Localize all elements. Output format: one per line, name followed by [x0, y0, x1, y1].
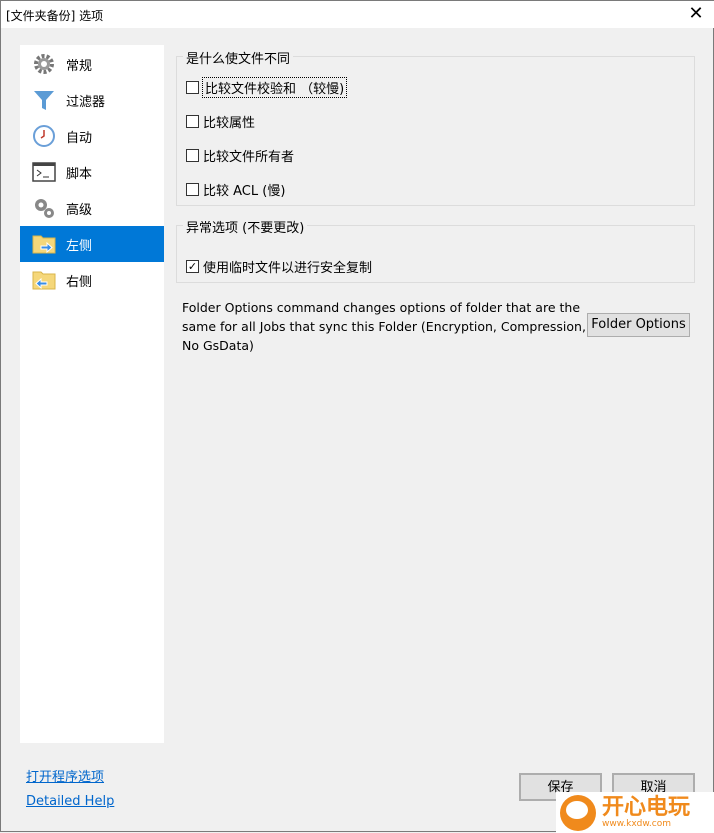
checkbox-label: 比较文件校验和 （较慢) [201, 77, 348, 98]
gear-icon [34, 54, 54, 74]
compare-checksum-checkbox[interactable]: 比较文件校验和 （较慢) [186, 77, 348, 98]
compare-owner-checkbox[interactable]: 比较文件所有者 [186, 146, 294, 165]
window-title: [文件夹备份] 选项 [6, 9, 104, 23]
group-title: 异常选项 (不要更改) [183, 217, 308, 236]
mascot-icon [560, 794, 596, 831]
folder-options-button[interactable]: Folder Options [587, 313, 690, 337]
sidebar-item-general[interactable]: 常规 [20, 46, 164, 82]
sidebar-item-advanced[interactable]: 高级 [20, 190, 164, 226]
close-icon[interactable]: ✕ [685, 3, 707, 24]
checkbox-label: 比较属性 [203, 116, 256, 131]
sidebar-item-label: 过滤器 [66, 94, 106, 110]
open-program-options-link[interactable]: 打开程序选项 [26, 766, 104, 785]
compare-acl-checkbox[interactable]: 比较 ACL (慢) [186, 180, 285, 199]
checkbox-label: 使用临时文件以进行安全复制 [203, 261, 373, 276]
sidebar-item-label: 脚本 [66, 166, 93, 182]
folder-left-arrow-icon [32, 271, 56, 290]
clock-icon [33, 125, 55, 147]
sidebar-item-label: 右侧 [66, 274, 93, 290]
group-title: 是什么使文件不同 [183, 48, 294, 67]
sidebar-item-label: 自动 [66, 130, 93, 146]
sidebar-item-left-side[interactable]: 左侧 [20, 226, 164, 262]
use-temp-file-checkbox[interactable]: ✓ 使用临时文件以进行安全复制 [186, 257, 372, 276]
sidebar-item-label: 高级 [66, 202, 93, 218]
folder-options-note: Folder Options command changes options o… [182, 300, 586, 353]
sidebar-item-label: 常规 [66, 58, 93, 74]
sidebar-item-auto[interactable]: 自动 [20, 118, 164, 154]
sidebar-item-label: 左侧 [66, 238, 93, 254]
terminal-icon [32, 162, 56, 182]
gears-icon [35, 199, 54, 218]
sidebar: 常规 过滤器 自动 脚本 高级 左侧 右侧 [20, 45, 164, 743]
filter-icon [34, 91, 54, 110]
watermark-url: www.kxdw.com [602, 818, 671, 829]
file-difference-group: 是什么使文件不同 比较文件校验和 （较慢) 比较属性 比较文件所有者 比较 AC… [176, 48, 695, 206]
exception-options-group: 异常选项 (不要更改) ✓ 使用临时文件以进行安全复制 [176, 217, 695, 283]
sidebar-item-filter[interactable]: 过滤器 [20, 82, 164, 118]
folder-right-arrow-icon [32, 235, 56, 254]
detailed-help-link[interactable]: Detailed Help [26, 794, 114, 809]
sidebar-item-right-side[interactable]: 右侧 [20, 262, 164, 298]
sidebar-item-script[interactable]: 脚本 [20, 154, 164, 190]
compare-attributes-checkbox[interactable]: 比较属性 [186, 112, 255, 131]
title-bar: [文件夹备份] 选项 ✕ [1, 1, 714, 28]
checkbox-label: 比较文件所有者 [203, 150, 295, 165]
watermark-logo: 开心电玩 www.kxdw.com [556, 792, 714, 833]
watermark-text: 开心电玩 [602, 794, 691, 820]
checkbox-label: 比较 ACL (慢) [203, 184, 286, 199]
